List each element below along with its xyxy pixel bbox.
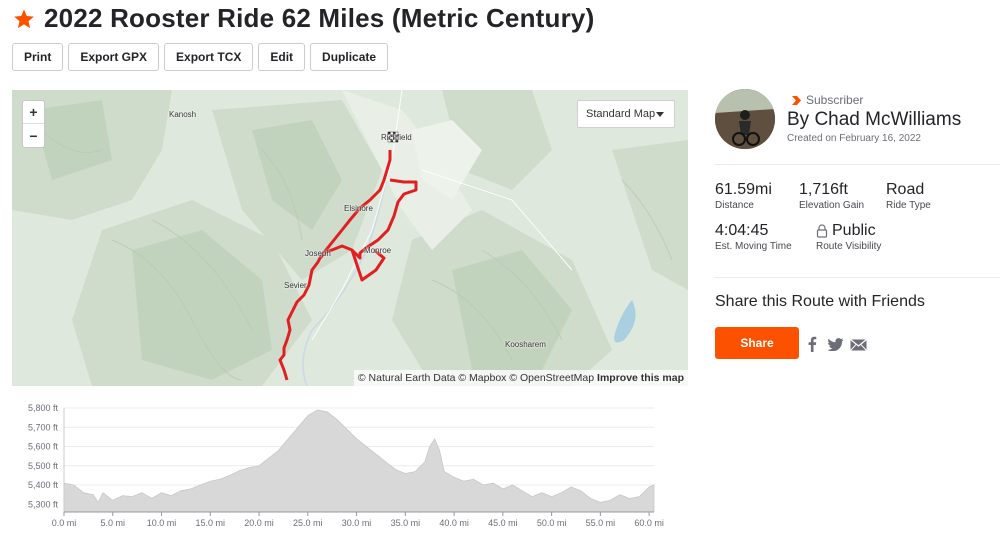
x-tick-label: 15.0 mi bbox=[196, 518, 226, 528]
stat-distance-label: Distance bbox=[715, 200, 754, 211]
stat-ride-type-label: Ride Type bbox=[886, 200, 931, 211]
map-attribution: © Natural Earth Data © Mapbox © OpenStre… bbox=[353, 370, 688, 386]
stat-moving-time-label: Est. Moving Time bbox=[715, 241, 792, 252]
share-button[interactable]: Share bbox=[715, 327, 799, 359]
stat-ride-type-value: Road bbox=[886, 181, 925, 198]
stat-visibility: Public Route Visibility bbox=[816, 222, 881, 252]
x-tick-label: 40.0 mi bbox=[439, 518, 469, 528]
x-tick-label: 10.0 mi bbox=[147, 518, 177, 528]
stat-elevation-value: 1,716ft bbox=[799, 181, 848, 198]
stat-moving-time: 4:04:45 Est. Moving Time bbox=[715, 222, 792, 252]
x-tick-label: 35.0 mi bbox=[391, 518, 421, 528]
subscriber-badge: Subscriber bbox=[791, 93, 863, 107]
route-title: 2022 Rooster Ride 62 Miles (Metric Centu… bbox=[44, 3, 595, 33]
x-tick-label: 20.0 mi bbox=[244, 518, 274, 528]
x-tick-label: 25.0 mi bbox=[293, 518, 323, 528]
facebook-icon[interactable] bbox=[807, 336, 817, 352]
stat-moving-time-value: 4:04:45 bbox=[715, 222, 769, 239]
town-koosharem: Koosharem bbox=[505, 340, 546, 349]
email-icon[interactable] bbox=[850, 339, 867, 351]
caret-down-icon bbox=[656, 112, 664, 117]
attribution-text: © Natural Earth Data © Mapbox © OpenStre… bbox=[357, 372, 595, 384]
x-tick-label: 55.0 mi bbox=[586, 518, 616, 528]
author-name[interactable]: By Chad McWilliams bbox=[787, 109, 961, 131]
stat-visibility-label: Route Visibility bbox=[816, 241, 882, 252]
divider bbox=[715, 164, 1000, 165]
stat-visibility-row: Public bbox=[816, 222, 881, 240]
town-elsinore: Elsinore bbox=[344, 204, 373, 213]
x-tick-label: 60.0 mi bbox=[634, 518, 664, 528]
stat-distance: 61.59mi Distance bbox=[715, 181, 772, 211]
avatar[interactable] bbox=[715, 89, 775, 149]
zoom-control: + − bbox=[22, 100, 45, 148]
twitter-icon[interactable] bbox=[827, 338, 844, 351]
improve-map-link[interactable]: Improve this map bbox=[597, 372, 684, 384]
zoom-out-button[interactable]: − bbox=[23, 124, 44, 147]
stat-elevation-label: Elevation Gain bbox=[799, 200, 865, 211]
town-sevier: Sevier bbox=[284, 281, 307, 290]
town-joseph: Joseph bbox=[305, 249, 331, 258]
elevation-chart[interactable]: 5,300 ft 5,400 ft 5,500 ft 5,600 ft 5,700 ft… bbox=[12, 402, 672, 543]
x-tick-label: 50.0 mi bbox=[537, 518, 567, 528]
export-tcx-button[interactable]: Export TCX bbox=[164, 43, 254, 71]
stat-ride-type: Road Ride Type bbox=[886, 181, 931, 211]
stat-distance-value: 61.59mi bbox=[715, 181, 772, 198]
map-type-select[interactable]: Standard Map bbox=[577, 100, 675, 128]
zoom-in-button[interactable]: + bbox=[23, 101, 44, 124]
avatar-image bbox=[715, 89, 775, 149]
share-heading: Share this Route with Friends bbox=[715, 293, 925, 310]
x-tick-label: 0.0 mi bbox=[52, 518, 77, 528]
route-map[interactable]: + − Standard Map Kanosh Richfield Elsino… bbox=[12, 90, 688, 386]
title-row: 2022 Rooster Ride 62 Miles (Metric Centu… bbox=[12, 3, 594, 34]
elevation-chart-svg: 5,300 ft 5,400 ft 5,500 ft 5,600 ft 5,700 ft… bbox=[28, 403, 664, 528]
y-tick-label: 5,700 ft bbox=[28, 422, 59, 432]
duplicate-button[interactable]: Duplicate bbox=[310, 43, 389, 71]
star-icon[interactable] bbox=[12, 7, 36, 31]
town-kanosh: Kanosh bbox=[169, 110, 197, 119]
x-tick-label: 5.0 mi bbox=[101, 518, 126, 528]
y-tick-label: 5,400 ft bbox=[28, 480, 59, 490]
edit-button[interactable]: Edit bbox=[258, 43, 306, 71]
y-tick-label: 5,800 ft bbox=[28, 403, 59, 413]
subscriber-chevron-icon bbox=[792, 95, 801, 105]
map-terrain bbox=[12, 90, 688, 386]
x-tick-label: 45.0 mi bbox=[488, 518, 518, 528]
divider bbox=[715, 277, 1000, 278]
stat-visibility-value: Public bbox=[832, 222, 876, 239]
y-tick-label: 5,600 ft bbox=[28, 442, 59, 452]
map-type-label: Standard Map bbox=[586, 108, 656, 120]
stat-elevation: 1,716ft Elevation Gain bbox=[799, 181, 864, 211]
print-button[interactable]: Print bbox=[12, 43, 64, 71]
created-date: Created on February 16, 2022 bbox=[787, 133, 921, 144]
y-tick-label: 5,500 ft bbox=[28, 461, 59, 471]
elevation-area bbox=[63, 409, 655, 513]
y-tick-label: 5,300 ft bbox=[28, 499, 59, 509]
town-monroe: Monroe bbox=[364, 246, 392, 255]
subscriber-label: Subscriber bbox=[806, 93, 864, 107]
route-toolbar: Print Export GPX Export TCX Edit Duplica… bbox=[12, 43, 393, 71]
lock-icon bbox=[816, 224, 828, 238]
town-richfield: Richfield bbox=[381, 133, 412, 142]
export-gpx-button[interactable]: Export GPX bbox=[68, 43, 160, 71]
x-tick-label: 30.0 mi bbox=[342, 518, 372, 528]
